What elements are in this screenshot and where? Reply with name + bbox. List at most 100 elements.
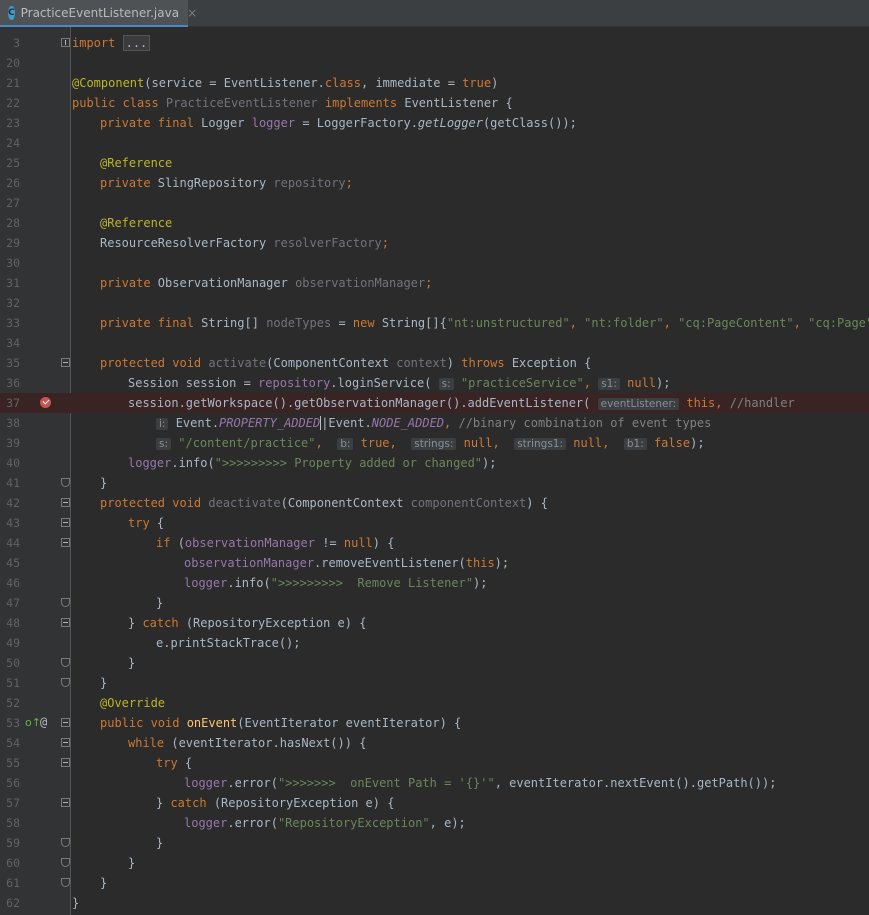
code-text: @Reference (100, 156, 173, 170)
code-line[interactable]: 41 } (0, 473, 869, 493)
code-line[interactable]: 33 private final String[] nodeTypes = ne… (0, 313, 869, 333)
code-line[interactable]: 25 @Reference (0, 153, 869, 173)
line-number: 22 (6, 96, 20, 110)
code-text: i: Event.PROPERTY_ADDED|Event.NODE_ADDED… (156, 413, 711, 434)
code-line[interactable]: 40 logger.info(">>>>>>>>> Property added… (0, 453, 869, 473)
line-number: 26 (6, 176, 20, 190)
code-line[interactable]: 46 logger.info(">>>>>>>>> Remove Listene… (0, 573, 869, 593)
code-line[interactable]: 47 } (0, 593, 869, 613)
folded-imports[interactable]: ... (122, 35, 151, 51)
override-icon[interactable]: @ (40, 715, 47, 729)
code-line[interactable]: 20 (0, 53, 869, 73)
code-line[interactable]: 39 s: "/content/practice", b: true, stri… (0, 433, 869, 453)
code-line[interactable]: 49 e.printStackTrace(); (0, 633, 869, 653)
code-line[interactable]: 31 private ObservationManager observatio… (0, 273, 869, 293)
fold-end-icon[interactable] (61, 858, 70, 867)
code-line[interactable]: 62 } (0, 893, 869, 913)
code-line[interactable]: 3 import ... (0, 33, 869, 53)
code-line[interactable]: 48 } catch (RepositoryException e) { (0, 613, 869, 633)
breakpoint-icon[interactable] (40, 397, 51, 408)
code-line[interactable]: 53 o↑ @ public void onEvent(EventIterato… (0, 713, 869, 733)
code-line[interactable]: 52 @Override (0, 693, 869, 713)
fold-collapse-icon[interactable] (61, 358, 70, 367)
line-number: 29 (6, 236, 20, 250)
code-line[interactable]: 60 } (0, 853, 869, 873)
code-line[interactable]: 29 ResourceResolverFactory resolverFacto… (0, 233, 869, 253)
line-number: 61 (6, 876, 20, 890)
fold-end-icon[interactable] (61, 598, 70, 607)
code-line[interactable]: 23 private final Logger logger = LoggerF… (0, 113, 869, 133)
code-line[interactable]: 38 i: Event.PROPERTY_ADDED|Event.NODE_AD… (0, 413, 869, 433)
close-tab-icon[interactable]: × (187, 6, 197, 20)
line-number: 30 (6, 256, 20, 270)
fold-collapse-icon[interactable] (61, 798, 70, 807)
code-text: ResourceResolverFactory resolverFactory; (100, 236, 389, 250)
code-line[interactable]: 44 if (observationManager != null) { (0, 533, 869, 553)
code-lines[interactable]: 3 import ... 20 21 @Component(service = … (0, 33, 869, 913)
code-line[interactable]: 32 (0, 293, 869, 313)
code-line[interactable]: 21 @Component(service = EventListener.cl… (0, 73, 869, 93)
code-line[interactable]: 26 private SlingRepository repository; (0, 173, 869, 193)
fold-collapse-icon[interactable] (61, 618, 70, 627)
line-number: 34 (6, 336, 20, 350)
line-number: 28 (6, 216, 20, 230)
fold-end-icon[interactable] (61, 478, 70, 487)
code-text: logger.error(">>>>>>> onEvent Path = '{}… (184, 776, 777, 790)
code-line[interactable]: 22 public class PracticeEventListener im… (0, 93, 869, 113)
fold-collapse-icon[interactable] (61, 738, 70, 747)
fold-end-icon[interactable] (61, 838, 70, 847)
fold-expand-icon[interactable] (61, 38, 70, 47)
parameter-hint: b: (337, 438, 354, 450)
code-line[interactable]: 42 protected void deactivate(ComponentCo… (0, 493, 869, 513)
fold-collapse-icon[interactable] (61, 498, 70, 507)
code-line[interactable]: 24 (0, 133, 869, 153)
code-line[interactable]: 57 } catch (RepositoryException e) { (0, 793, 869, 813)
code-line[interactable]: 28 @Reference (0, 213, 869, 233)
code-line[interactable]: 58 logger.error("RepositoryException", e… (0, 813, 869, 833)
code-line[interactable]: 45 observationManager.removeEventListene… (0, 553, 869, 573)
line-number: 46 (6, 576, 20, 590)
code-line[interactable]: 54 while (eventIterator.hasNext()) { (0, 733, 869, 753)
line-number: 59 (6, 836, 20, 850)
code-text: logger.info(">>>>>>>>> Remove Listener")… (184, 576, 488, 590)
code-line[interactable]: 34 (0, 333, 869, 353)
fold-end-icon[interactable] (61, 878, 70, 887)
code-line[interactable]: 56 logger.error(">>>>>>> onEvent Path = … (0, 773, 869, 793)
tab-practice-event-listener[interactable]: C PracticeEventListener.java × (0, 0, 197, 27)
code-line[interactable]: 50 } (0, 653, 869, 673)
code-line[interactable]: 27 (0, 193, 869, 213)
code-line[interactable]: 59 } (0, 833, 869, 853)
code-line[interactable]: 43 try { (0, 513, 869, 533)
fold-end-icon[interactable] (61, 658, 70, 667)
code-text: } (100, 476, 108, 490)
code-line-breakpoint[interactable]: 37 session.getWorkspace().getObservation… (0, 393, 869, 413)
fold-collapse-icon[interactable] (61, 518, 70, 527)
line-number: 3 (13, 36, 20, 50)
line-number: 38 (6, 416, 20, 430)
code-line[interactable]: 61 } (0, 873, 869, 893)
code-line[interactable]: 35 protected void activate(ComponentCont… (0, 353, 869, 373)
line-number: 57 (6, 796, 20, 810)
line-number: 35 (6, 356, 20, 370)
code-text: } (156, 836, 164, 850)
code-text: public class PracticeEventListener imple… (72, 96, 513, 110)
code-line[interactable]: 55 try { (0, 753, 869, 773)
code-line[interactable]: 30 (0, 253, 869, 273)
line-number: 39 (6, 436, 20, 450)
fold-collapse-icon[interactable] (61, 538, 70, 547)
text-caret: |Event. (320, 416, 372, 430)
code-text: private final String[] nodeTypes = new S… (100, 316, 869, 330)
line-number: 54 (6, 736, 20, 750)
parameter-hint: strings: (411, 438, 457, 450)
implementation-icon[interactable]: o↑ (25, 716, 41, 729)
line-number: 24 (6, 136, 20, 150)
code-line[interactable]: 36 Session session = repository.loginSer… (0, 373, 869, 393)
code-line[interactable]: 51 } (0, 673, 869, 693)
fold-collapse-icon[interactable] (61, 718, 70, 727)
fold-collapse-icon[interactable] (61, 758, 70, 767)
fold-end-icon[interactable] (61, 678, 70, 687)
code-text: } (128, 856, 136, 870)
code-text: while (eventIterator.hasNext()) { (128, 736, 367, 750)
code-editor[interactable]: C PracticeEventListener.java × 3 import … (0, 0, 869, 915)
code-text: } (156, 596, 164, 610)
